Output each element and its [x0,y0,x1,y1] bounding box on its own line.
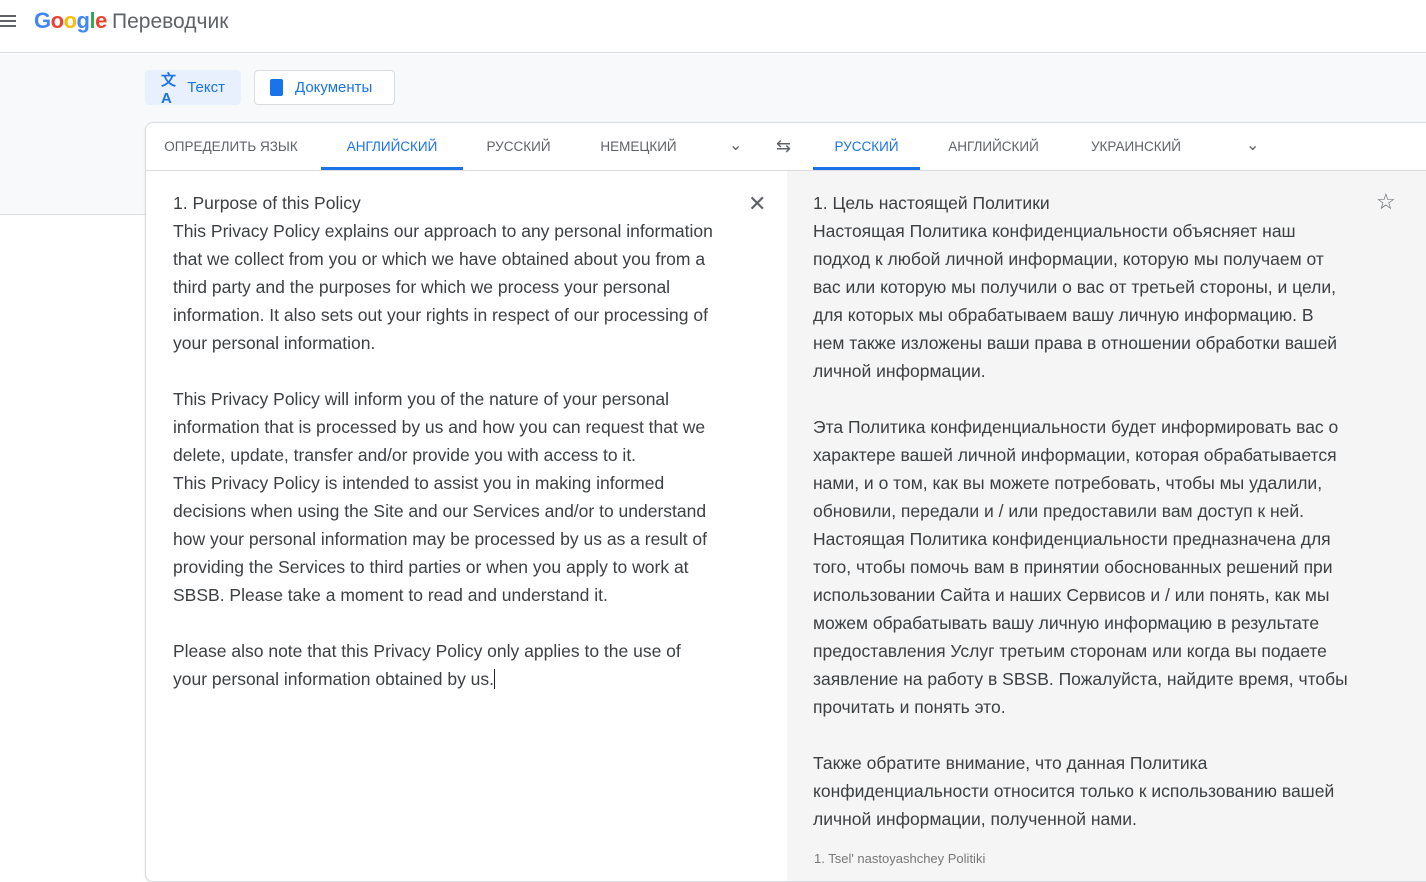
text-line: This Privacy Policy explains our approac… [173,221,713,241]
translate-icon: 文A [161,71,177,107]
text-line: third party and the purposes for which w… [173,277,671,297]
text-line: SBSB. Please take a moment to read and u… [173,585,608,605]
text-line: your personal information obtained by us… [173,669,496,689]
text-line: нами, и о том, как вы можете потребовать… [813,473,1323,493]
google-logo[interactable]: Google [34,8,107,34]
text-line: заявление на работу в SBSB. Пожалуйста, … [813,669,1348,689]
text-line: Эта Политика конфиденциальности будет ин… [813,417,1339,437]
text-mode-button[interactable]: 文A Текст [145,70,241,107]
text-line: 1. Цель настоящей Политики [813,193,1050,213]
text-line: 1. Purpose of this Policy [173,193,361,213]
app-header: Google Переводчик [0,0,1426,53]
text-line: This Privacy Policy is intended to assis… [173,473,665,493]
text-line: Please also note that this Privacy Polic… [173,641,681,661]
text-line: личной информации. [813,361,986,381]
text-line: того, чтобы помочь вам в принятии обосно… [813,557,1333,577]
save-translation-star-icon[interactable]: ☆ [1376,189,1396,215]
tab-source-russian[interactable]: РУССКИЙ [466,123,571,170]
romanization-text: 1. Tsel' nastoyashchey Politiki [814,851,986,866]
text-line: Также обратите внимание, что данная Поли… [813,753,1208,773]
swap-languages-icon[interactable]: ⇆ [776,136,791,157]
tab-source-english[interactable]: АНГЛИЙСКИЙ [321,123,463,170]
clear-text-close-icon[interactable]: ✕ [748,191,766,217]
text-line: information. It also sets out your right… [173,305,708,325]
text-line: прочитать и понять это. [813,697,1006,717]
menu-icon[interactable] [0,12,16,28]
text-line: how your personal information may be pro… [173,529,708,549]
text-line: предоставления Услуг третьим сторонам ил… [813,641,1327,661]
text-line: information that is processed by us and … [173,417,706,437]
text-line: нем также изложены ваши права в отношени… [813,333,1338,353]
text-line: характере вашей личной информации, котор… [813,445,1337,465]
target-more-chevron-down-icon[interactable]: ⌄ [1246,135,1259,155]
text-line: подход к любой личной информации, котору… [813,249,1324,269]
text-line: your personal information. [173,333,376,353]
source-more-chevron-down-icon[interactable]: ⌄ [729,135,742,155]
text-line: providing the Services to third parties … [173,557,689,577]
text-mode-label: Текст [187,79,225,96]
text-line: для которых мы обрабатываем вашу личную … [813,305,1314,325]
text-line: delete, update, transfer and/or provide … [173,445,637,465]
tab-source-german[interactable]: НЕМЕЦКИЙ [586,123,691,170]
language-tabs: ОПРЕДЕЛИТЬ ЯЗЫК АНГЛИЙСКИЙ РУССКИЙ НЕМЕЦ… [146,123,1426,171]
documents-mode-button[interactable]: Документы [254,70,395,105]
text-line: обновили, передали и / или предоставили … [813,501,1304,521]
text-line: конфиденциальности относится только к ис… [813,781,1335,801]
product-name: Переводчик [112,10,229,33]
text-line: использовании Сайта и наших Сервисов и /… [813,585,1330,605]
translator-card: ОПРЕДЕЛИТЬ ЯЗЫК АНГЛИЙСКИЙ РУССКИЙ НЕМЕЦ… [145,122,1426,882]
tab-target-russian[interactable]: РУССКИЙ [813,123,920,170]
tab-target-english[interactable]: АНГЛИЙСКИЙ [936,123,1051,170]
tab-target-ukrainian[interactable]: УКРАИНСКИЙ [1076,123,1196,170]
text-line: можем обрабатывать вашу личную информаци… [813,613,1320,633]
text-cursor [494,669,496,689]
tab-detect-language[interactable]: ОПРЕДЕЛИТЬ ЯЗЫК [146,123,316,170]
text-line: вас или которую мы получили о вас от тре… [813,277,1336,297]
text-line: decisions when using the Site and our Se… [173,501,707,521]
document-icon [270,79,283,96]
text-line: This Privacy Policy will inform you of t… [173,389,670,409]
documents-mode-label: Документы [295,79,373,96]
text-line: Настоящая Политика конфиденциальности об… [813,221,1296,241]
text-line: that we collect from you or which we hav… [173,249,706,269]
text-line: личной информации, полученной нами. [813,809,1137,829]
text-line: Настоящая Политика конфиденциальности пр… [813,529,1331,549]
